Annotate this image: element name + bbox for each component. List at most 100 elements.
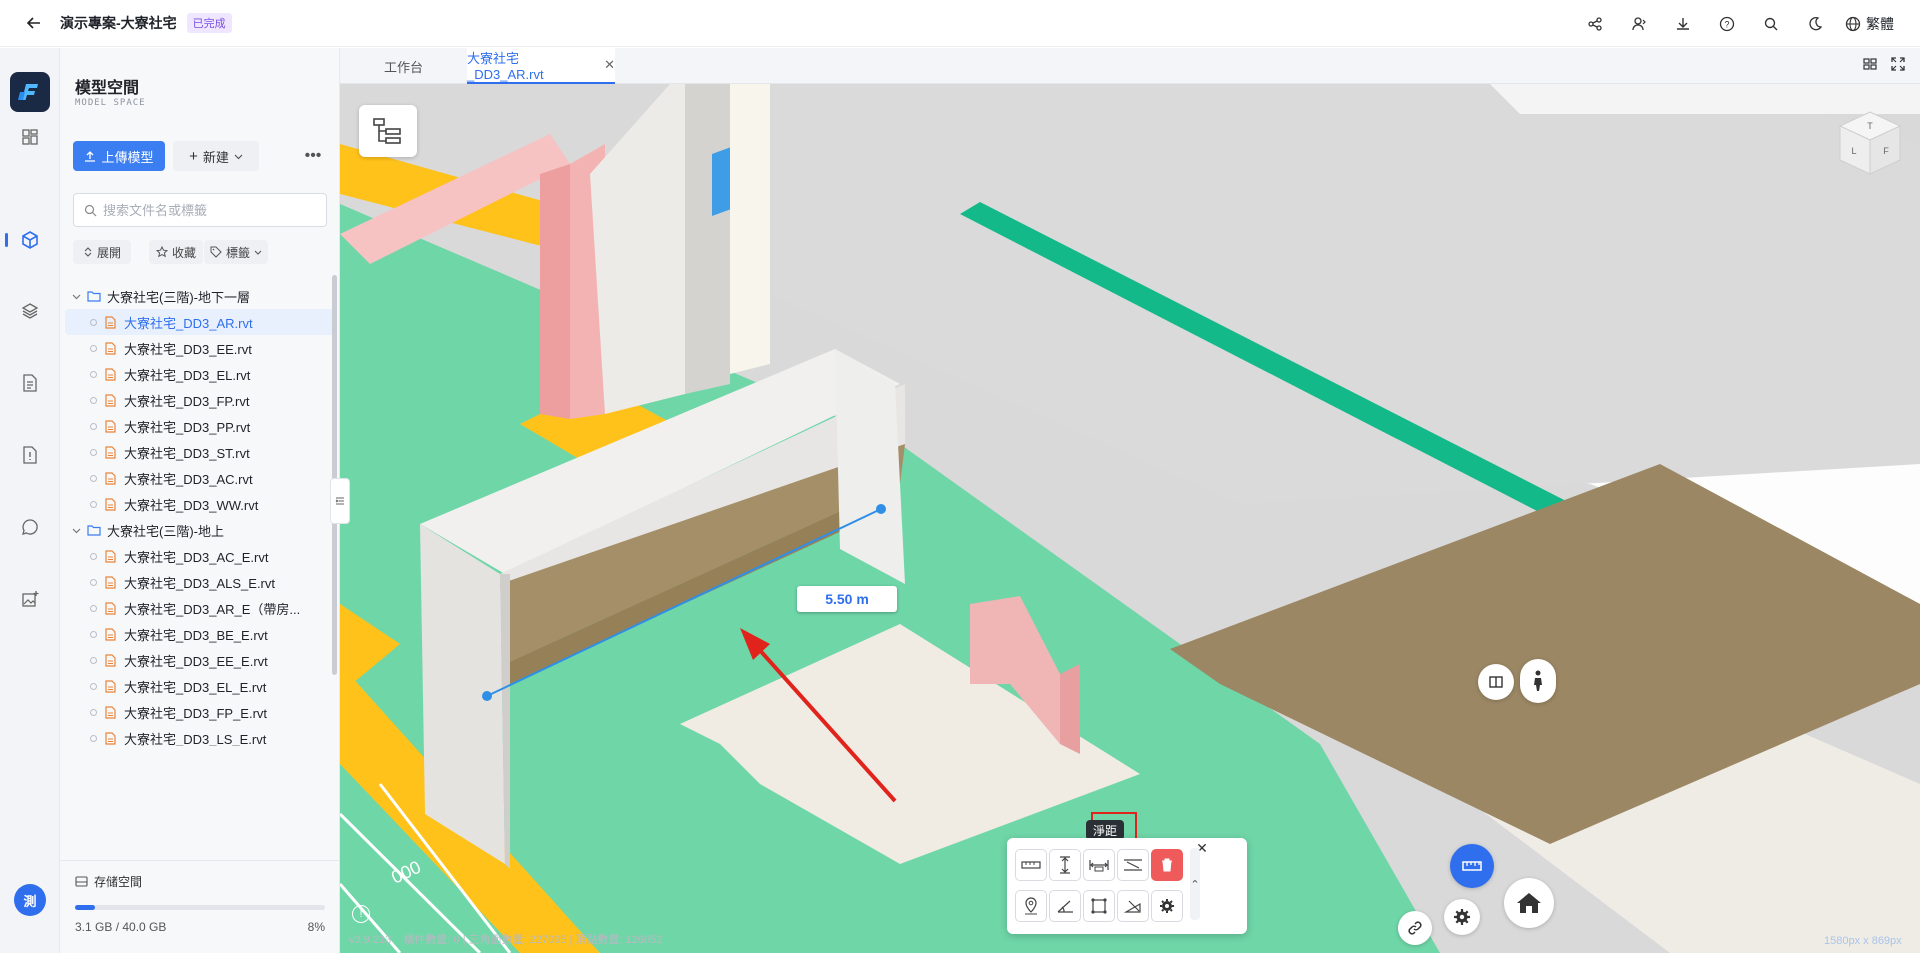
plus-icon: + xyxy=(189,147,198,165)
collapse-panel-button[interactable] xyxy=(330,478,350,524)
file-item[interactable]: 大寮社宅_DD3_AC_E.rvt xyxy=(60,543,340,569)
elevation-measure-icon[interactable] xyxy=(1117,849,1149,881)
image-add-icon[interactable] xyxy=(15,584,45,614)
file-label: 大寮社宅_DD3_AR_E（帶房... xyxy=(124,601,301,617)
tab-label: 大寮社宅_DD3_AR.rvt xyxy=(467,51,544,82)
download-icon[interactable] xyxy=(1661,2,1705,46)
tab-workbench[interactable]: 工作台 xyxy=(340,48,467,84)
dark-mode-icon[interactable] xyxy=(1793,2,1837,46)
file-icon xyxy=(105,497,116,511)
home-view-icon[interactable] xyxy=(1504,878,1554,928)
help-icon[interactable]: ? xyxy=(1705,2,1749,46)
model-viewport[interactable]: 000 T L F 5.50 m 淨距 ✕ ⌃ ! v3.9.213 構件數量:… xyxy=(340,84,1920,953)
favorite-filter[interactable]: 收藏 xyxy=(149,240,203,264)
file-item[interactable]: 大寮社宅_DD3_FP.rvt xyxy=(60,387,340,413)
delete-measure-icon[interactable] xyxy=(1151,849,1183,881)
area-measure-icon[interactable] xyxy=(1083,890,1115,922)
file-item[interactable]: 大寮社宅_DD3_FP_E.rvt xyxy=(60,699,340,725)
split-view-icon[interactable] xyxy=(1862,56,1878,72)
folder-icon xyxy=(87,291,101,302)
model-space-icon[interactable] xyxy=(15,225,45,255)
file-item[interactable]: 大寮社宅_DD3_BE_E.rvt xyxy=(60,621,340,647)
file-item[interactable]: 大寮社宅_DD3_EL_E.rvt xyxy=(60,673,340,699)
folder-row[interactable]: 大寮社宅(三階)-地下一層 xyxy=(60,283,340,309)
version-label: v3.9.213 xyxy=(349,934,392,946)
fullscreen-icon[interactable] xyxy=(1890,56,1906,72)
collaborators-icon[interactable] xyxy=(1617,2,1661,46)
document-icon[interactable] xyxy=(15,368,45,398)
viewer-settings-icon[interactable] xyxy=(1444,899,1480,935)
view-cube[interactable]: T L F xyxy=(1830,102,1910,182)
chat-icon[interactable] xyxy=(15,512,45,542)
point-measure-icon[interactable] xyxy=(1015,890,1047,922)
file-item[interactable]: 大寮社宅_DD3_EL.rvt xyxy=(60,361,340,387)
status-dot xyxy=(90,578,97,586)
folder-icon xyxy=(87,525,101,536)
clearance-measure-icon[interactable] xyxy=(1083,849,1115,881)
file-label: 大寮社宅_DD3_FP.rvt xyxy=(124,393,250,409)
file-item[interactable]: 大寮社宅_DD3_EE_E.rvt xyxy=(60,647,340,673)
file-icon xyxy=(105,393,116,407)
info-icon[interactable]: ! xyxy=(352,905,370,923)
measure-settings-icon[interactable] xyxy=(1151,890,1183,922)
upload-label: 上傳模型 xyxy=(101,149,154,165)
expand-filter[interactable]: 展開 xyxy=(73,240,131,264)
file-icon xyxy=(105,315,116,329)
storage-used: 3.1 GB / 40.0 GB xyxy=(75,920,167,934)
file-item[interactable]: 大寮社宅_DD3_ST.rvt xyxy=(60,439,340,465)
file-item[interactable]: 大寮社宅_DD3_ALS_E.rvt xyxy=(60,569,340,595)
storage-bar xyxy=(75,905,325,910)
section-box-icon[interactable] xyxy=(1478,664,1514,700)
tab-bar: 工作台 大寮社宅_DD3_AR.rvt ✕ xyxy=(340,48,1920,84)
upload-model-button[interactable]: 上傳模型 xyxy=(73,141,165,171)
walk-mode-icon[interactable] xyxy=(1520,659,1556,703)
measure-mode-icon[interactable] xyxy=(1450,844,1494,888)
status-dot xyxy=(90,422,97,430)
file-item[interactable]: 大寮社宅_DD3_PP.rvt xyxy=(60,413,340,439)
tags-filter[interactable]: 標籤 xyxy=(204,240,268,264)
folder-label: 大寮社宅(三階)-地下一層 xyxy=(107,289,250,305)
link-icon[interactable] xyxy=(1398,911,1432,945)
app-logo[interactable] xyxy=(10,72,50,112)
file-item[interactable]: 大寮社宅_DD3_EE.rvt xyxy=(60,335,340,361)
svg-text:L: L xyxy=(1851,146,1856,156)
svg-text:F: F xyxy=(1883,146,1889,156)
file-item[interactable]: 大寮社宅_DD3_AR_E（帶房... xyxy=(60,595,340,621)
file-item[interactable]: 大寮社宅_DD3_AC.rvt xyxy=(60,465,340,491)
language-switch[interactable]: 繁體 xyxy=(1845,14,1894,34)
more-options-icon[interactable]: ••• xyxy=(298,141,328,171)
expand-icon xyxy=(84,247,92,257)
file-search-input[interactable] xyxy=(103,202,313,218)
tab-model[interactable]: 大寮社宅_DD3_AR.rvt ✕ xyxy=(467,48,615,84)
file-item[interactable]: 大寮社宅_DD3_LS_E.rvt xyxy=(60,725,340,746)
close-icon[interactable]: ✕ xyxy=(604,57,615,73)
angle-measure-icon[interactable] xyxy=(1049,890,1081,922)
status-badge: 已完成 xyxy=(186,13,232,33)
new-button[interactable]: + 新建 xyxy=(173,141,259,171)
slope-measure-icon[interactable] xyxy=(1117,890,1149,922)
storage-bar-fill xyxy=(75,905,95,910)
height-measure-icon[interactable] xyxy=(1049,849,1081,881)
report-icon[interactable] xyxy=(15,440,45,470)
resolution-label: 1580px x 869px xyxy=(1824,935,1902,947)
user-avatar[interactable]: 測 xyxy=(14,884,46,916)
model-tree-button[interactable] xyxy=(359,105,417,157)
distance-measure-icon[interactable] xyxy=(1015,849,1047,881)
panel-scrollbar[interactable] xyxy=(332,275,337,675)
file-item[interactable]: 大寮社宅_DD3_WW.rvt xyxy=(60,491,340,517)
storage-section: 存储空間 3.1 GB / 40.0 GB 8% xyxy=(60,860,340,953)
star-icon xyxy=(155,246,168,258)
language-label: 繁體 xyxy=(1866,15,1894,32)
file-icon xyxy=(105,679,116,693)
back-arrow-icon[interactable] xyxy=(20,9,48,37)
render-status: v3.9.213 構件數量: 0 | 三角面數量: 227095 | 頂點數量:… xyxy=(349,931,662,947)
search-icon[interactable] xyxy=(1749,2,1793,46)
folder-row[interactable]: 大寮社宅(三階)-地上 xyxy=(60,517,340,543)
file-item[interactable]: 大寮社宅_DD3_AR.rvt xyxy=(65,309,335,335)
dashboard-icon[interactable] xyxy=(15,122,45,152)
expand-toolbox-chevron-icon[interactable]: ⌃ xyxy=(1190,848,1200,920)
file-label: 大寮社宅_DD3_BE_E.rvt xyxy=(124,627,268,643)
share-icon[interactable] xyxy=(1573,2,1617,46)
file-icon xyxy=(105,419,116,433)
layers-icon[interactable] xyxy=(15,296,45,326)
